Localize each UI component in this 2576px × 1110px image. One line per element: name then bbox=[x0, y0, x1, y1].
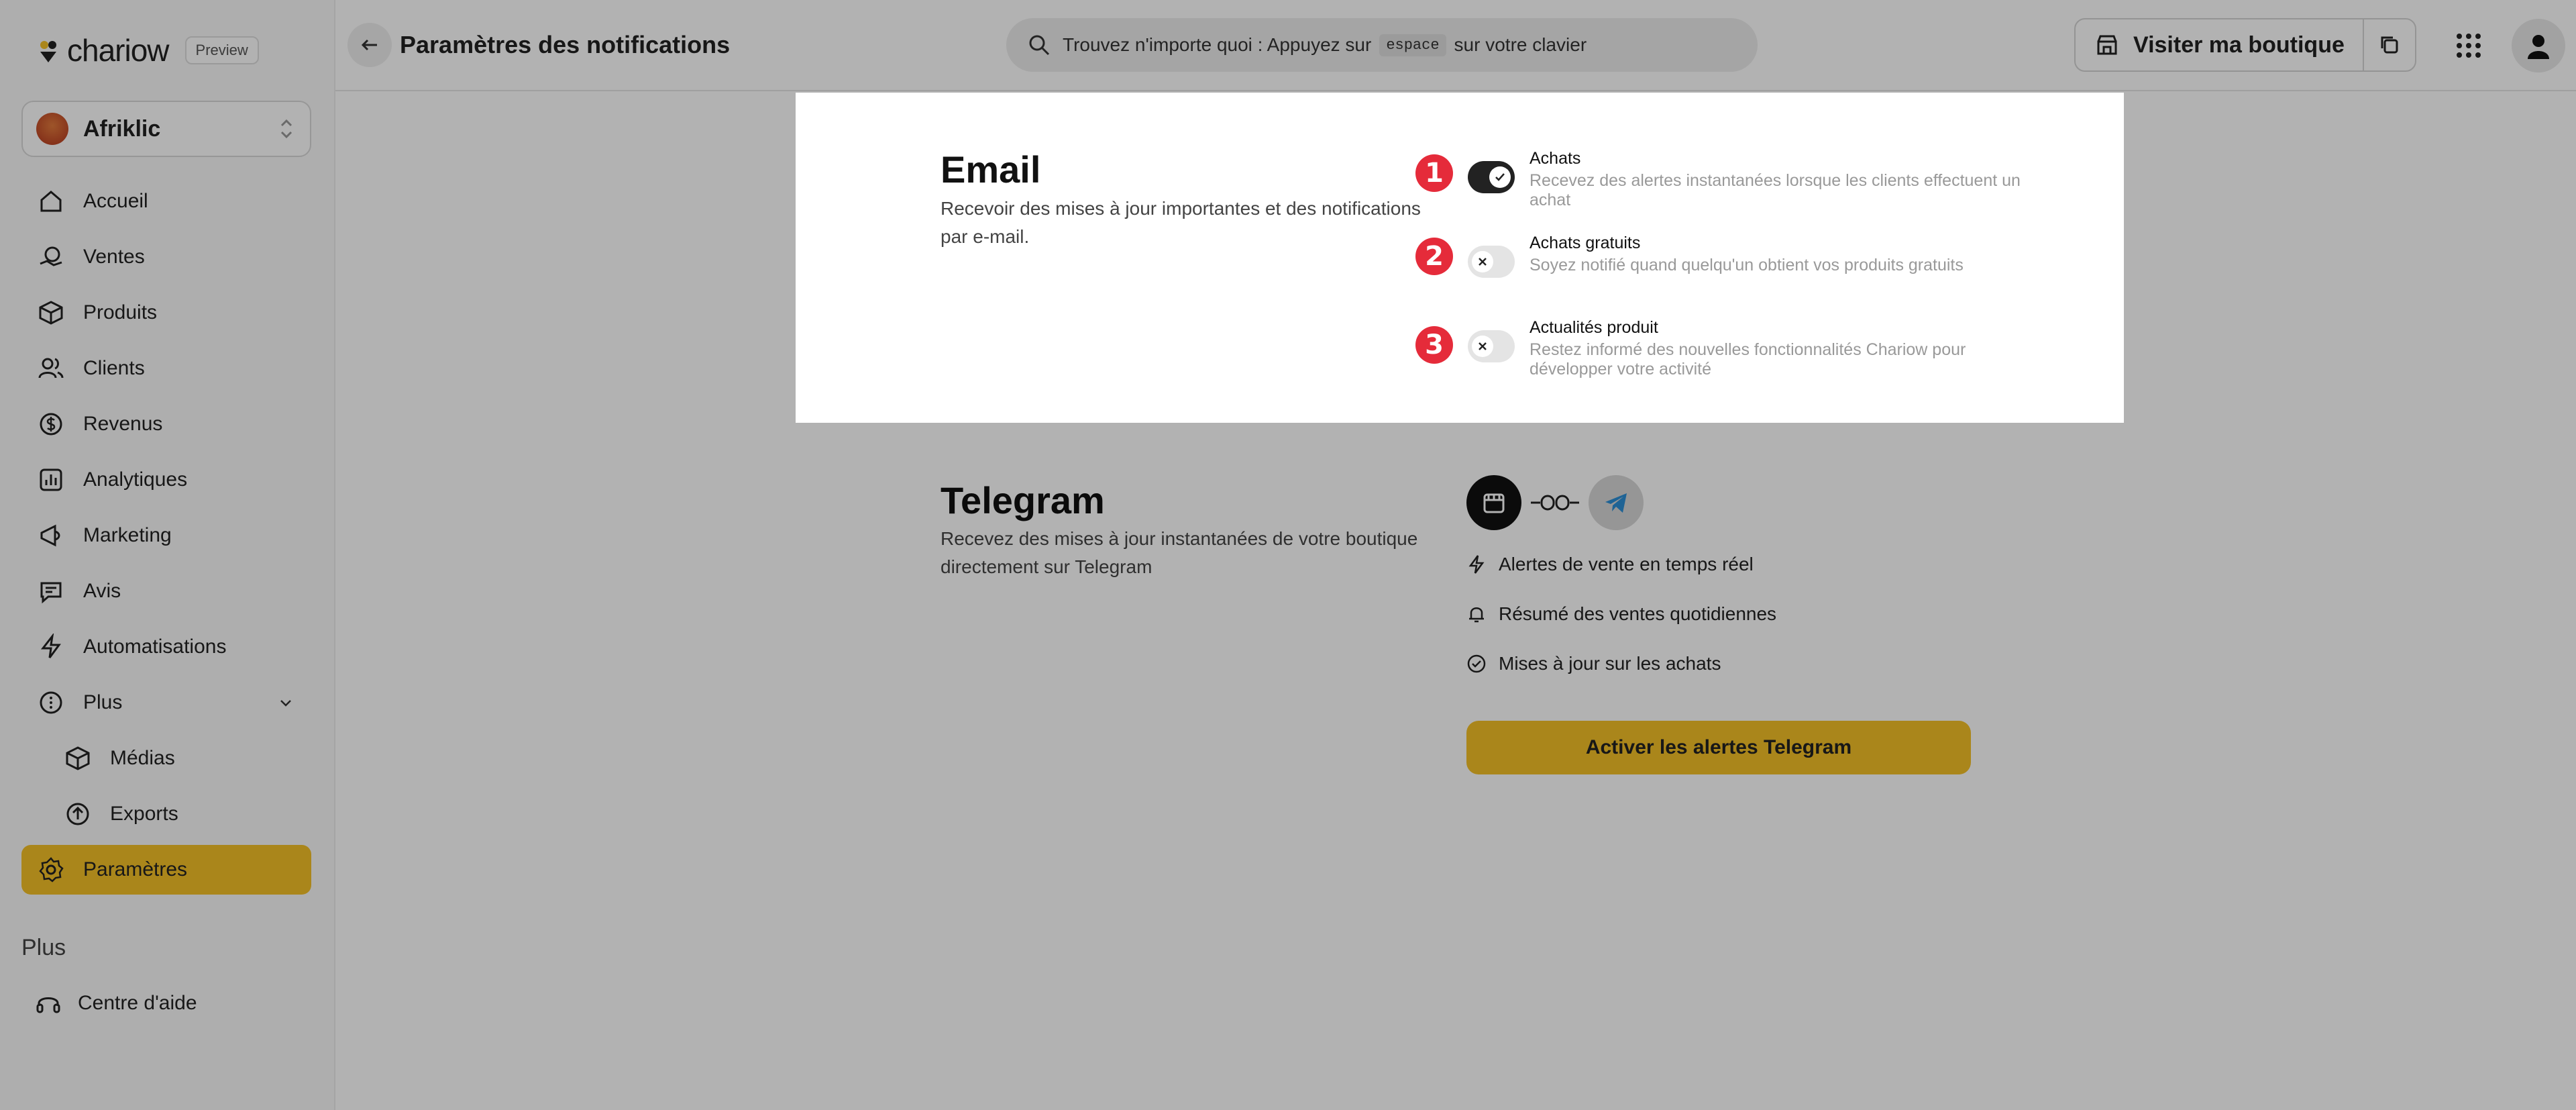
email-section-spotlight: Email Recevoir des mises à jour importan… bbox=[796, 93, 2124, 423]
pref-title: Achats gratuits bbox=[1529, 234, 1641, 252]
pref-actualites-produit: Actualités produit Restez informé des no… bbox=[1529, 318, 2039, 379]
toggle-achats[interactable] bbox=[1468, 161, 1515, 193]
pref-achats-gratuits: Achats gratuits Soyez notifié quand quel… bbox=[1529, 234, 2039, 275]
pref-description: Recevez des alertes instantanées lorsque… bbox=[1529, 171, 2021, 209]
step-marker-2: 2 bbox=[1415, 238, 1453, 275]
toggle-actualites-produit[interactable] bbox=[1468, 330, 1515, 362]
email-title: Email bbox=[941, 148, 1041, 191]
pref-title: Actualités produit bbox=[1529, 318, 1658, 337]
x-icon bbox=[1479, 258, 1487, 266]
x-icon bbox=[1479, 342, 1487, 350]
pref-description: Soyez notifié quand quelqu'un obtient vo… bbox=[1529, 256, 1964, 274]
toggle-achats-gratuits[interactable] bbox=[1468, 246, 1515, 278]
check-icon bbox=[1495, 173, 1505, 181]
pref-title: Achats bbox=[1529, 149, 1581, 168]
pref-achats: Achats Recevez des alertes instantanées … bbox=[1529, 149, 2039, 210]
pref-description: Restez informé des nouvelles fonctionnal… bbox=[1529, 340, 1966, 379]
email-description: Recevoir des mises à jour importantes et… bbox=[941, 198, 1421, 247]
step-marker-1: 1 bbox=[1415, 154, 1453, 192]
step-marker-3: 3 bbox=[1415, 326, 1453, 364]
